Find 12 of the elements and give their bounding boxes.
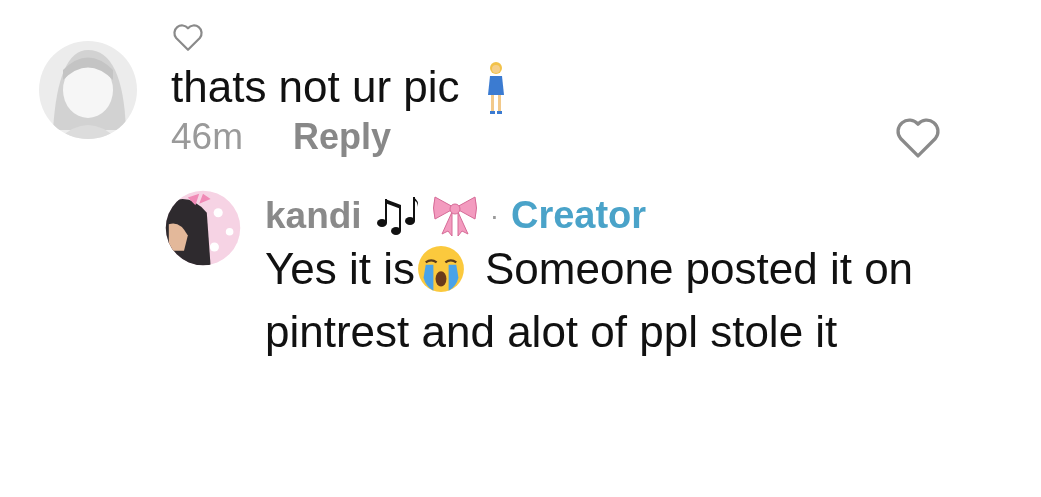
- reply-button[interactable]: Reply: [293, 116, 392, 159]
- separator-dot: ·: [489, 199, 499, 232]
- creator-label: Creator: [510, 194, 647, 238]
- comment-time: 46m: [171, 116, 243, 159]
- crying-face-icon: [417, 245, 465, 294]
- reply-text-start: Yes it is: [265, 242, 415, 295]
- username[interactable]: kandi: [265, 194, 362, 237]
- reply-text-line: Someone posted it on: [485, 242, 914, 295]
- comment-text: thats not ur pic: [171, 61, 460, 114]
- reply-text-line: pintrest and alot of ppl stole it: [265, 305, 838, 358]
- heart-icon[interactable]: [171, 22, 205, 53]
- bow-icon: [431, 193, 478, 238]
